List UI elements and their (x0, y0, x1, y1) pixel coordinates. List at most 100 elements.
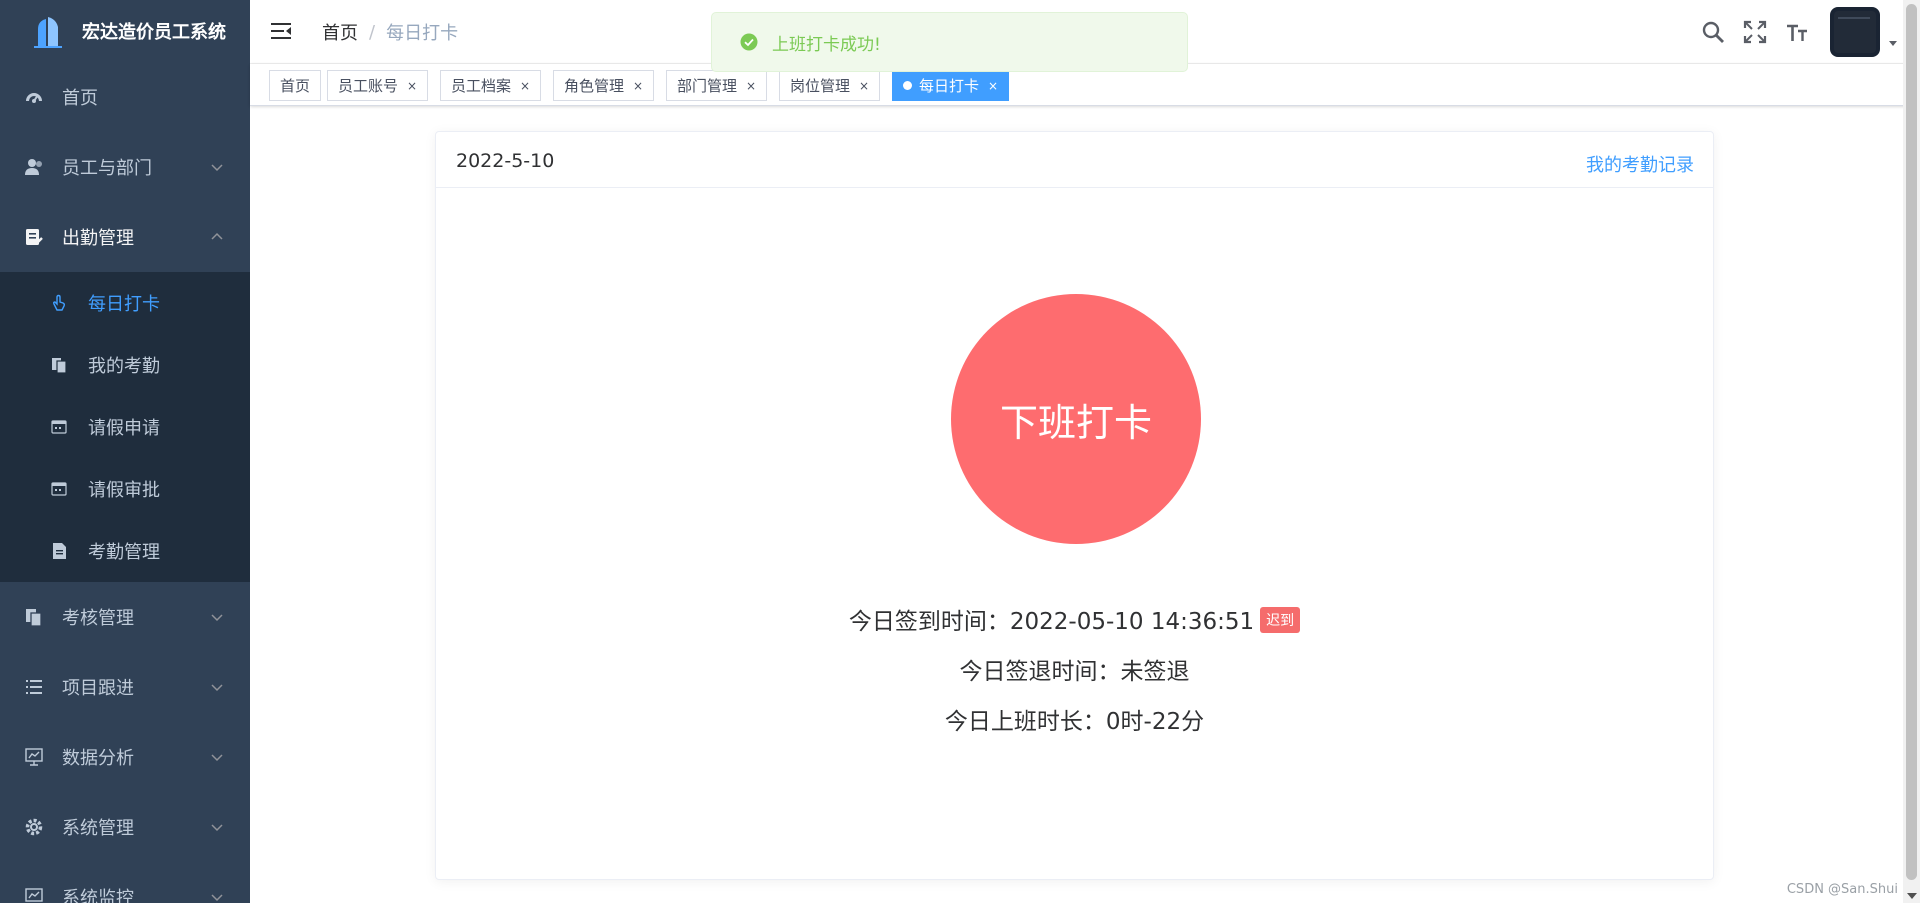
chevron-down-icon (211, 894, 223, 902)
gear-icon (24, 817, 44, 837)
sidebar-item-label: 员工与部门 (62, 158, 152, 179)
sidebar-item-label: 数据分析 (62, 748, 134, 769)
sidebar-item-project[interactable]: 项目跟进 (0, 652, 250, 722)
calendar-icon (50, 418, 68, 436)
sidebar-item-system[interactable]: 系统管理 (0, 792, 250, 862)
tag-label: 员工账号 (338, 77, 399, 95)
close-icon[interactable]: × (746, 79, 756, 93)
caret-down-icon[interactable] (1888, 38, 1898, 48)
sidebar-item-label: 考勤管理 (88, 542, 160, 563)
duration-value: 0时-22分 (1105, 709, 1205, 735)
checkin-value: 2022-05-10 14:36:51 (1009, 609, 1255, 635)
sidebar-item-label: 请假申请 (88, 418, 160, 439)
duration-row: 今日上班时长：0时-22分 (436, 702, 1713, 736)
success-message: 上班打卡成功! (711, 12, 1188, 72)
dashboard-icon (24, 87, 44, 107)
sidebar-item-label: 我的考勤 (88, 356, 160, 377)
breadcrumb-home[interactable]: 首页 (322, 19, 358, 45)
calendar-icon (50, 480, 68, 498)
sidebar-item-label: 请假审批 (88, 480, 160, 501)
chevron-down-icon (211, 824, 223, 832)
chevron-down-icon (211, 614, 223, 622)
sidebar-item-label: 系统管理 (62, 818, 134, 839)
sidebar-item-label: 项目跟进 (62, 678, 134, 699)
close-icon[interactable]: × (407, 79, 417, 93)
tag-role-manage[interactable]: 角色管理 × (553, 70, 655, 101)
card-header: 2022-5-10 我的考勤记录 (436, 132, 1713, 188)
checkout-value: 未签退 (1120, 659, 1190, 685)
sidebar-item-attendance[interactable]: 出勤管理 (0, 202, 250, 272)
chevron-up-icon (211, 232, 223, 240)
fullscreen-icon[interactable] (1742, 19, 1768, 45)
copy-icon (24, 607, 44, 627)
document-icon (50, 542, 68, 560)
chevron-down-icon (211, 164, 223, 172)
page-scrollbar[interactable] (1903, 0, 1920, 903)
logo-icon (34, 17, 62, 48)
sidebar-item-staff-department[interactable]: 员工与部门 (0, 132, 250, 202)
sidebar-item-label: 首页 (62, 88, 98, 109)
sidebar-item-label: 考核管理 (62, 608, 134, 629)
hand-icon (50, 294, 68, 312)
close-icon[interactable]: × (988, 79, 998, 93)
sidebar-item-my-attendance[interactable]: 我的考勤 (0, 334, 250, 396)
app-title: 宏达造价员工系统 (82, 22, 226, 43)
copy-icon (50, 356, 68, 374)
watermark: CSDN @San.Shui (1786, 882, 1898, 897)
tag-label: 岗位管理 (790, 77, 851, 95)
success-check-icon (740, 33, 758, 51)
my-attendance-records-link[interactable]: 我的考勤记录 (1586, 151, 1694, 177)
sidebar-item-assessment[interactable]: 考核管理 (0, 582, 250, 652)
sidebar-item-data-analysis[interactable]: 数据分析 (0, 722, 250, 792)
sidebar-item-daily-punch[interactable]: 每日打卡 (0, 272, 250, 334)
sidebar-item-label: 系统监控 (62, 888, 134, 903)
close-icon[interactable]: × (859, 79, 869, 93)
tag-label: 部门管理 (677, 77, 738, 95)
logo[interactable]: 宏达造价员工系统 (0, 0, 250, 62)
checkout-row: 今日签退时间：未签退 (436, 652, 1713, 686)
sidebar-item-home[interactable]: 首页 (0, 62, 250, 132)
close-icon[interactable]: × (520, 79, 530, 93)
sidebar: 宏达造价员工系统 首页 员工与部门 出勤管理 每日打卡 我的考勤 请假申请 请假… (0, 0, 250, 903)
attendance-icon (24, 227, 44, 247)
chevron-down-icon (211, 684, 223, 692)
tag-daily-punch[interactable]: 每日打卡 × (892, 70, 1010, 101)
tag-staff-archive[interactable]: 员工档案 × (440, 70, 542, 101)
tag-staff-account[interactable]: 员工账号 × (327, 70, 429, 101)
tag-position-manage[interactable]: 岗位管理 × (779, 70, 881, 101)
chevron-down-icon (211, 754, 223, 762)
tag-label: 角色管理 (564, 77, 625, 95)
chart-icon (24, 747, 44, 767)
success-message-text: 上班打卡成功! (772, 34, 881, 55)
tag-label: 每日打卡 (919, 77, 980, 95)
hamburger-icon[interactable] (270, 20, 292, 42)
font-size-icon[interactable] (1784, 19, 1810, 45)
breadcrumb-current: 每日打卡 (386, 23, 459, 44)
sidebar-item-leave-approve[interactable]: 请假审批 (0, 458, 250, 520)
tag-home[interactable]: 首页 (269, 70, 322, 101)
tag-department-manage[interactable]: 部门管理 × (666, 70, 768, 101)
sidebar-item-leave-apply[interactable]: 请假申请 (0, 396, 250, 458)
current-date: 2022-5-10 (456, 150, 555, 172)
breadcrumb-separator: / (369, 21, 376, 43)
breadcrumb: 首页 / 每日打卡 (322, 19, 458, 45)
monitor-icon (24, 887, 44, 903)
right-menu (1700, 0, 1920, 64)
scroll-down-arrow-icon[interactable] (1907, 893, 1917, 899)
sidebar-item-monitor[interactable]: 系统监控 (0, 862, 250, 903)
search-icon[interactable] (1700, 19, 1726, 45)
scrollbar-thumb[interactable] (1906, 4, 1917, 880)
tag-label: 员工档案 (451, 77, 512, 95)
punch-card: 2022-5-10 我的考勤记录 下班打卡 今日签到时间：2022-05-10 … (435, 131, 1714, 880)
tag-label: 首页 (280, 77, 311, 95)
sidebar-item-label: 出勤管理 (62, 228, 134, 249)
close-icon[interactable]: × (633, 79, 643, 93)
checkin-row: 今日签到时间：2022-05-10 14:36:51 迟到 (436, 602, 1713, 636)
sidebar-item-attendance-manage[interactable]: 考勤管理 (0, 520, 250, 582)
avatar[interactable] (1830, 7, 1880, 57)
checkout-label: 今日签退时间： (959, 659, 1121, 685)
sidebar-item-label: 每日打卡 (88, 294, 160, 315)
checkin-label: 今日签到时间： (848, 609, 1010, 635)
punch-out-button[interactable]: 下班打卡 (951, 294, 1201, 544)
peoples-icon (24, 157, 44, 177)
